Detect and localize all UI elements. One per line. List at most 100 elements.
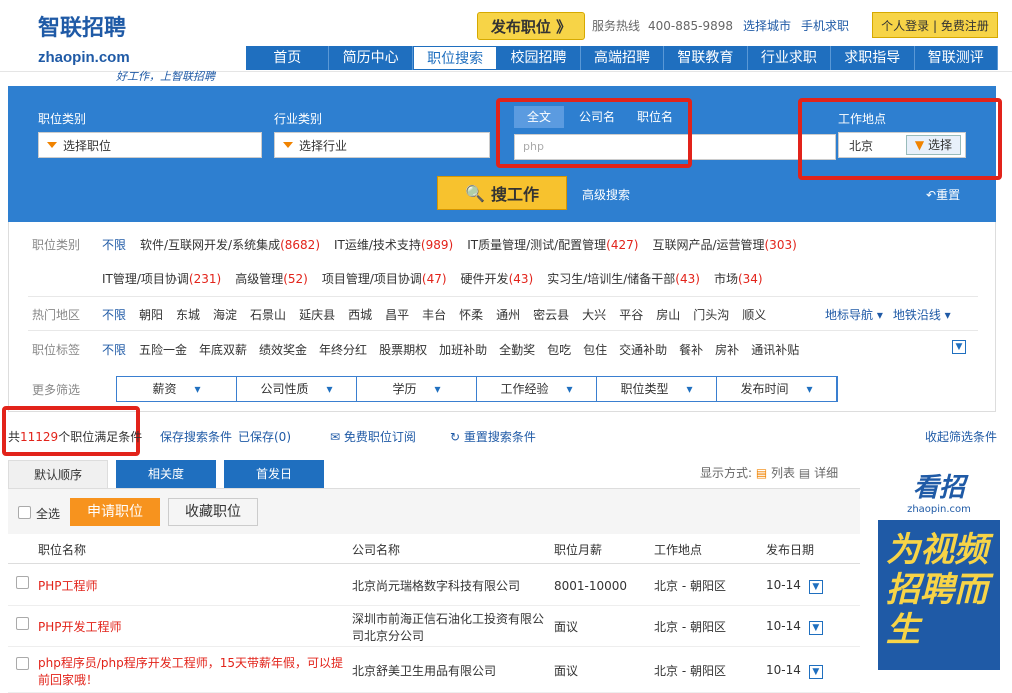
advanced-search-link[interactable]: 高级搜索 <box>582 186 630 203</box>
more-filter-dropdown[interactable]: 薪资 <box>117 377 237 401</box>
cat-option[interactable]: 硬件开发(43) <box>461 270 534 287</box>
area-option[interactable]: 延庆县 <box>299 306 335 323</box>
reset-link[interactable]: ↶重置 <box>926 186 960 203</box>
area-option[interactable]: 门头沟 <box>693 306 729 323</box>
area-option[interactable]: 海淀 <box>213 306 237 323</box>
row-checkbox[interactable] <box>16 617 29 630</box>
cat-options-2: IT管理/项目协调(231) 高级管理(52) 项目管理/项目协调(47) 硬件开发(… <box>102 270 763 287</box>
area-option[interactable]: 昌平 <box>385 306 409 323</box>
tag-option[interactable]: 餐补 <box>679 341 703 358</box>
tag-option[interactable]: 房补 <box>715 341 739 358</box>
tag-option[interactable]: 加班补助 <box>439 341 487 358</box>
more-filter-dropdown[interactable]: 发布时间 <box>717 377 837 401</box>
subscribe-link[interactable]: ✉ 免费职位订阅 <box>330 428 416 445</box>
nav-item[interactable]: 校园招聘 <box>497 46 581 70</box>
cat-option[interactable]: IT管理/项目协调(231) <box>102 270 221 287</box>
select-all-checkbox[interactable] <box>18 506 31 519</box>
area-nav-link[interactable]: 地标导航 ▾ <box>825 306 883 323</box>
expand-icon[interactable]: ▼ <box>808 620 823 635</box>
cat-unlimited[interactable]: 不限 <box>102 236 126 253</box>
saved-dropdown[interactable]: 已保存(0) <box>238 428 291 445</box>
industry-select[interactable]: 选择行业 <box>274 132 490 158</box>
area-option[interactable]: 大兴 <box>582 306 606 323</box>
cat-option[interactable]: 软件/互联网开发/系统集成(8682) <box>140 236 320 253</box>
cat-option[interactable]: 项目管理/项目协调(47) <box>322 270 447 287</box>
tag-option[interactable]: 五险一金 <box>139 341 187 358</box>
sort-tab[interactable]: 默认顺序 <box>8 460 108 488</box>
undo-icon: ↶ <box>926 188 937 202</box>
cat-option[interactable]: 互联网产品/运营管理(303) <box>652 236 796 253</box>
list-icon: ▤ <box>755 466 768 480</box>
reset-search-link[interactable]: ↻ 重置搜索条件 <box>450 428 536 445</box>
area-option[interactable]: 丰台 <box>422 306 446 323</box>
tag-option[interactable]: 包吃 <box>547 341 571 358</box>
expand-icon[interactable]: ▼ <box>808 579 823 594</box>
tag-unlimited[interactable]: 不限 <box>102 341 126 358</box>
cat-option[interactable]: 实习生/培训生/储备干部(43) <box>547 270 700 287</box>
apply-button[interactable]: 申请职位 <box>70 498 160 526</box>
search-jobs-button[interactable]: 🔍 搜工作 <box>437 176 567 210</box>
area-option[interactable]: 顺义 <box>742 306 766 323</box>
job-category-select[interactable]: 选择职位 <box>38 132 262 158</box>
nav-item[interactable]: 行业求职 <box>748 46 832 70</box>
tag-option[interactable]: 交通补助 <box>619 341 667 358</box>
nav-item[interactable]: 首页 <box>246 46 330 70</box>
area-nav-link[interactable]: 地铁沿线 ▾ <box>893 306 951 323</box>
tag-option[interactable]: 股票期权 <box>379 341 427 358</box>
nav-item[interactable]: 简历中心 <box>329 46 413 70</box>
area-option[interactable]: 朝阳 <box>139 306 163 323</box>
area-option[interactable]: 通州 <box>496 306 520 323</box>
cat-option[interactable]: 市场(34) <box>714 270 763 287</box>
tag-option[interactable]: 通讯补贴 <box>751 341 799 358</box>
tag-option[interactable]: 年底双薪 <box>199 341 247 358</box>
cat-option[interactable]: IT质量管理/测试/配置管理(427) <box>467 236 638 253</box>
tag-option[interactable]: 年终分红 <box>319 341 367 358</box>
tag-option[interactable]: 包住 <box>583 341 607 358</box>
save-search-link[interactable]: 保存搜索条件 <box>160 428 232 445</box>
cat-option[interactable]: 高级管理(52) <box>235 270 308 287</box>
expand-icon[interactable]: ▼ <box>808 664 823 679</box>
company-name[interactable]: 深圳市前海正信石油化工投资有限公司北京分公司 <box>352 610 554 644</box>
sort-tab[interactable]: 首发日 <box>224 460 324 488</box>
nav-item[interactable]: 智联测评 <box>915 46 998 70</box>
detail-mode[interactable]: 详细 <box>814 466 838 480</box>
area-unlimited[interactable]: 不限 <box>102 306 126 323</box>
company-name[interactable]: 北京尚元瑞格数字科技有限公司 <box>352 577 554 594</box>
row-checkbox[interactable] <box>16 657 29 670</box>
area-option[interactable]: 石景山 <box>250 306 286 323</box>
nav-item[interactable]: 求职指导 <box>831 46 915 70</box>
row-checkbox[interactable] <box>16 576 29 589</box>
tag-option[interactable]: 绩效奖金 <box>259 341 307 358</box>
favorite-button[interactable]: 收藏职位 <box>168 498 258 526</box>
more-filter-dropdown[interactable]: 公司性质 <box>237 377 357 401</box>
job-title[interactable]: PHP工程师 <box>8 577 352 594</box>
tag-option[interactable]: 全勤奖 <box>499 341 535 358</box>
list-mode[interactable]: 列表 <box>771 466 795 480</box>
job-title[interactable]: php程序员/php程序开发工程师，15天带薪年假，可以提前回家哦！ <box>8 654 352 688</box>
ad-banner[interactable]: 看招 zhaopin.com 为视频招聘而生 <box>878 462 1000 670</box>
cat-option[interactable]: IT运维/技术支持(989) <box>334 236 453 253</box>
area-option[interactable]: 西城 <box>348 306 372 323</box>
nav-item[interactable]: 智联教育 <box>664 46 748 70</box>
nav-item[interactable]: 高端招聘 <box>581 46 665 70</box>
area-option[interactable]: 东城 <box>176 306 200 323</box>
nav-item[interactable]: 职位搜索 <box>412 46 498 70</box>
area-option[interactable]: 房山 <box>656 306 680 323</box>
area-option[interactable]: 怀柔 <box>459 306 483 323</box>
collapse-filters-link[interactable]: 收起筛选条件 <box>925 428 997 445</box>
more-filter-dropdown[interactable]: 工作经验 <box>477 377 597 401</box>
area-option[interactable]: 平谷 <box>619 306 643 323</box>
publish-job-button[interactable]: 发布职位 》 <box>477 12 585 40</box>
mobile-link[interactable]: 手机求职 <box>801 19 849 33</box>
select-city-link[interactable]: 选择城市 <box>743 19 791 33</box>
job-title[interactable]: PHP开发工程师 <box>8 618 352 635</box>
more-filter-dropdown[interactable]: 职位类型 <box>597 377 717 401</box>
zhaopin-logo[interactable]: 智联招聘 zhaopin.com 好工作，上智联招聘 <box>38 10 218 83</box>
industry-label: 行业类别 <box>274 112 323 126</box>
expand-icon[interactable]: ▼ <box>952 340 966 354</box>
area-option[interactable]: 密云县 <box>533 306 569 323</box>
login-register-button[interactable]: 个人登录 | 免费注册 <box>872 12 998 38</box>
sort-tab[interactable]: 相关度 <box>116 460 216 488</box>
more-filter-dropdown[interactable]: 学历 <box>357 377 477 401</box>
company-name[interactable]: 北京舒美卫生用品有限公司 <box>352 662 554 679</box>
